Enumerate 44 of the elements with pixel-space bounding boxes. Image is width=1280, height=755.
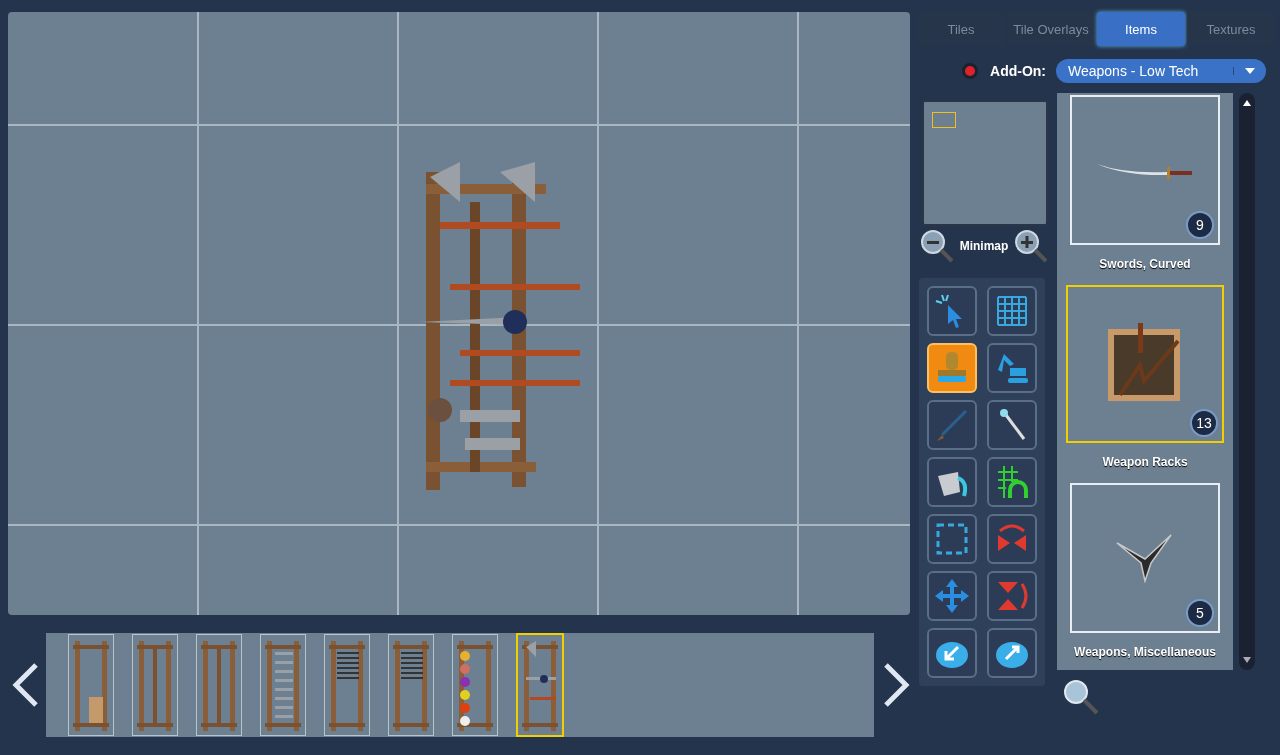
throwing-star-drawing [1115, 533, 1175, 583]
zoom-in-icon[interactable] [1013, 228, 1049, 264]
category-name: Weapons, Miscellaneous [1074, 645, 1216, 659]
search-icon[interactable] [1062, 678, 1100, 716]
rack-thumbnail[interactable] [452, 634, 498, 736]
status-light-icon [962, 63, 978, 79]
minimap-label: Minimap [959, 239, 1009, 253]
flip-h-tool-button[interactable] [987, 514, 1037, 564]
item-count-badge: 9 [1186, 211, 1214, 239]
category-tile[interactable]: 9 [1070, 95, 1220, 245]
grid-tool-button[interactable] [987, 286, 1037, 336]
rack-thumbnail[interactable] [196, 634, 242, 736]
rack-thumbnail[interactable] [388, 634, 434, 736]
flip-v-tool-button[interactable] [987, 571, 1037, 621]
add-on-label: Add-On: [990, 63, 1046, 79]
import-tool-button[interactable] [927, 628, 977, 678]
item-count-badge: 5 [1186, 599, 1214, 627]
stamp-tool-button[interactable] [927, 343, 977, 393]
scroll-down-icon[interactable] [1242, 656, 1252, 664]
rack-thumbnail[interactable] [324, 634, 370, 736]
marquee-tool-button[interactable] [927, 514, 977, 564]
category-name: Swords, Curved [1099, 257, 1191, 271]
category-name: Weapon Racks [1102, 455, 1188, 469]
tab[interactable]: Items [1097, 12, 1185, 46]
move-tool-button[interactable] [927, 571, 977, 621]
scroll-up-icon[interactable] [1242, 99, 1252, 107]
category-tile[interactable]: 5 [1070, 483, 1220, 633]
wand-tool-button[interactable] [987, 400, 1037, 450]
item-count-badge: 13 [1190, 409, 1218, 437]
minimap-viewport-frame [932, 112, 956, 128]
export-tool-button[interactable] [987, 628, 1037, 678]
rack-thumbnail[interactable] [516, 633, 564, 737]
select-tool-button[interactable] [927, 286, 977, 336]
rack-thumbnail[interactable] [260, 634, 306, 736]
scrollbar[interactable] [1239, 93, 1255, 670]
category-tile[interactable]: 13 [1066, 285, 1224, 443]
brush-tool-button[interactable] [927, 400, 977, 450]
rack-thumbnail[interactable] [132, 634, 178, 736]
zoom-out-icon[interactable] [919, 228, 955, 264]
rack-thumbnail[interactable] [68, 634, 114, 736]
bucket-tool-button[interactable] [927, 457, 977, 507]
excavator-tool-button[interactable] [987, 343, 1037, 393]
snap-tool-button[interactable] [987, 457, 1037, 507]
add-on-dropdown[interactable]: Weapons - Low Tech [1056, 59, 1266, 83]
